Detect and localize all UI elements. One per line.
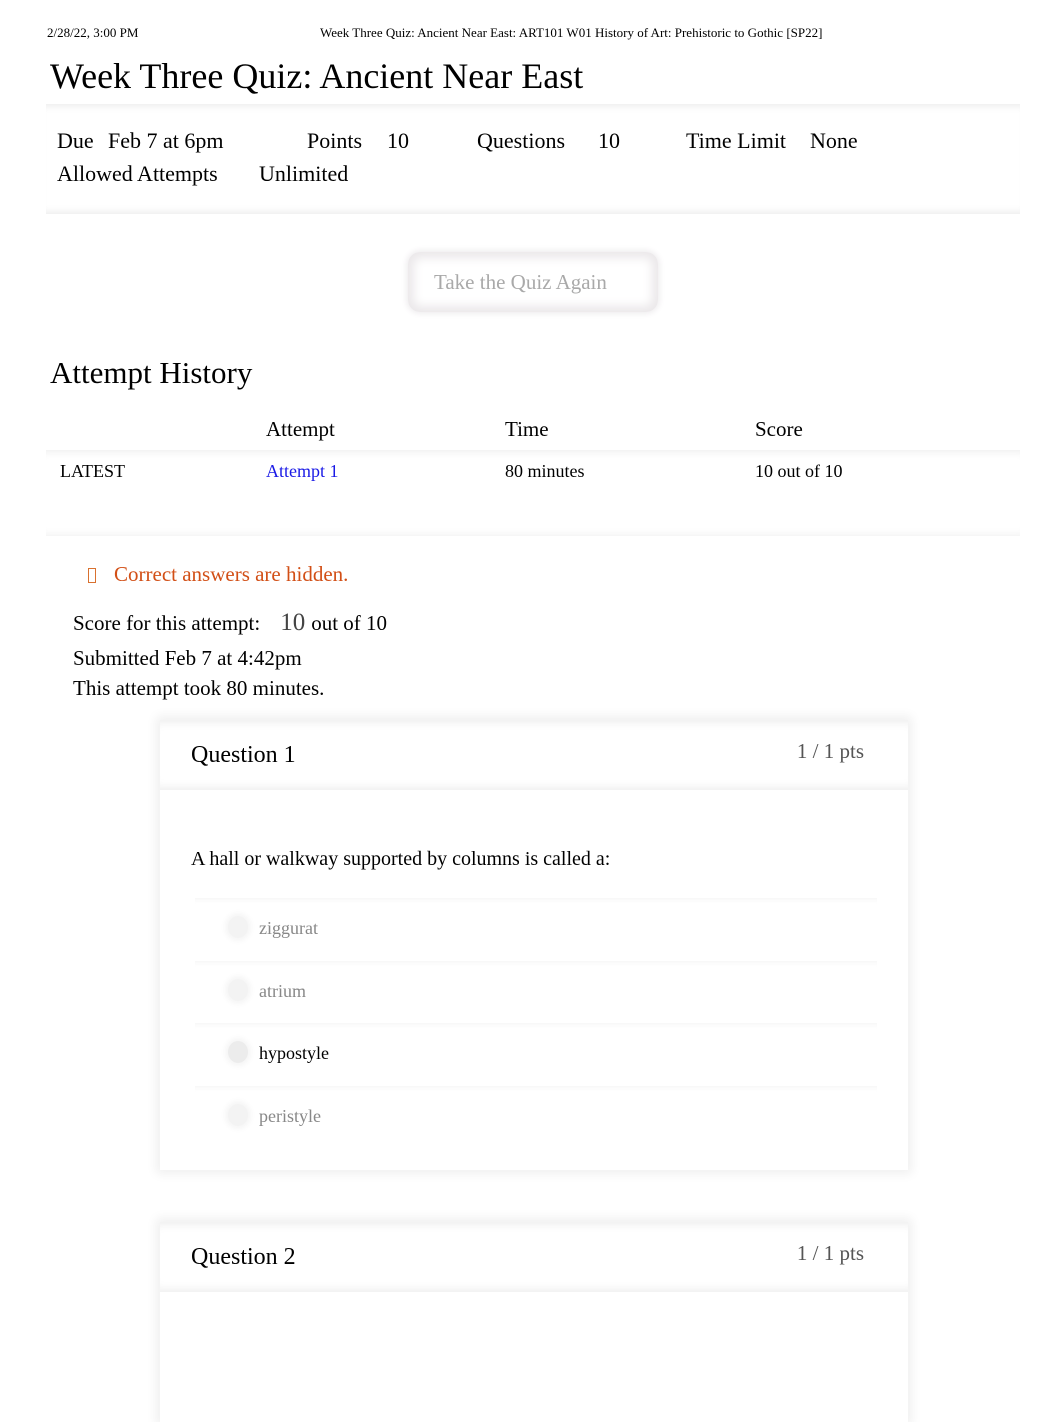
question-title: Question 2 [191,1244,296,1270]
due-value: Feb 7 at 6pm [108,128,224,153]
answer-label: peristyle [259,1106,321,1126]
attempt-history-title: Attempt History [50,355,253,390]
answer-option[interactable]: atrium [195,961,877,1023]
question-points: 1 / 1 pts [796,1241,864,1265]
warning-icon [88,568,96,583]
time-limit-value: None [810,128,858,153]
questions-value: 10 [598,128,620,153]
page-title: Week Three Quiz: Ancient Near East [50,56,584,96]
answer-option[interactable]: ziggurat [195,898,877,960]
quiz-details: Due Feb 7 at 6pm Points 10 Questions 10 … [46,104,1020,214]
allowed-attempts-label: Allowed Attempts [57,161,218,186]
question-text: A hall or walkway supported by columns i… [191,848,611,870]
attempt-score-line: Score for this attempt: 10 out of 10 [73,609,387,637]
radio-button-selected-icon[interactable] [228,1041,248,1063]
column-header-score: Score [755,417,803,441]
submitted-time: Submitted Feb 7 at 4:42pm [73,646,302,670]
question-header: Question 1 1 / 1 pts [160,720,908,790]
alert-text: Correct answers are hidden. [114,562,349,586]
attempt-1-link[interactable]: Attempt 1 [266,461,339,482]
questions-label: Questions [477,128,565,153]
attempt-score: 10 out of 10 [755,461,843,481]
latest-tag: LATEST [60,461,125,481]
radio-button-icon[interactable] [228,916,248,938]
take-quiz-again-button[interactable]: Take the Quiz Again [408,252,658,312]
answer-option-selected[interactable]: hypostyle [195,1023,877,1085]
radio-button-icon[interactable] [228,979,248,1001]
score-value: 10 [280,609,306,636]
answer-option[interactable]: peristyle [195,1086,877,1148]
correct-answers-hidden-alert: Correct answers are hidden. [88,562,348,587]
question-card: Question 2 1 / 1 pts [160,1222,908,1422]
due-label: Due [57,128,94,153]
attempt-history-table: Attempt Time Score LATEST Attempt 1 80 m… [46,412,1020,532]
points-value: 10 [387,128,409,153]
print-datetime: 2/28/22, 3:00 PM [47,25,139,40]
allowed-attempts-value: Unlimited [259,161,349,186]
attempt-duration: This attempt took 80 minutes. [73,676,325,700]
score-suffix: out of 10 [311,611,388,635]
answer-label: atrium [259,981,306,1001]
question-points: 1 / 1 pts [796,739,864,763]
question-title: Question 1 [191,742,296,768]
column-header-attempt: Attempt [266,417,335,441]
points-label: Points [307,128,363,153]
attempt-time: 80 minutes [505,461,585,481]
score-label: Score for this attempt: [73,611,261,635]
question-card: Question 1 1 / 1 pts A hall or walkway s… [160,720,908,1170]
time-limit-label: Time Limit [686,128,787,153]
column-header-time: Time [505,417,549,441]
radio-button-icon[interactable] [228,1104,248,1126]
question-header: Question 2 1 / 1 pts [160,1222,908,1292]
answer-label: hypostyle [259,1043,329,1063]
answer-label: ziggurat [259,918,318,938]
print-document-title: Week Three Quiz: Ancient Near East: ART1… [320,25,823,40]
